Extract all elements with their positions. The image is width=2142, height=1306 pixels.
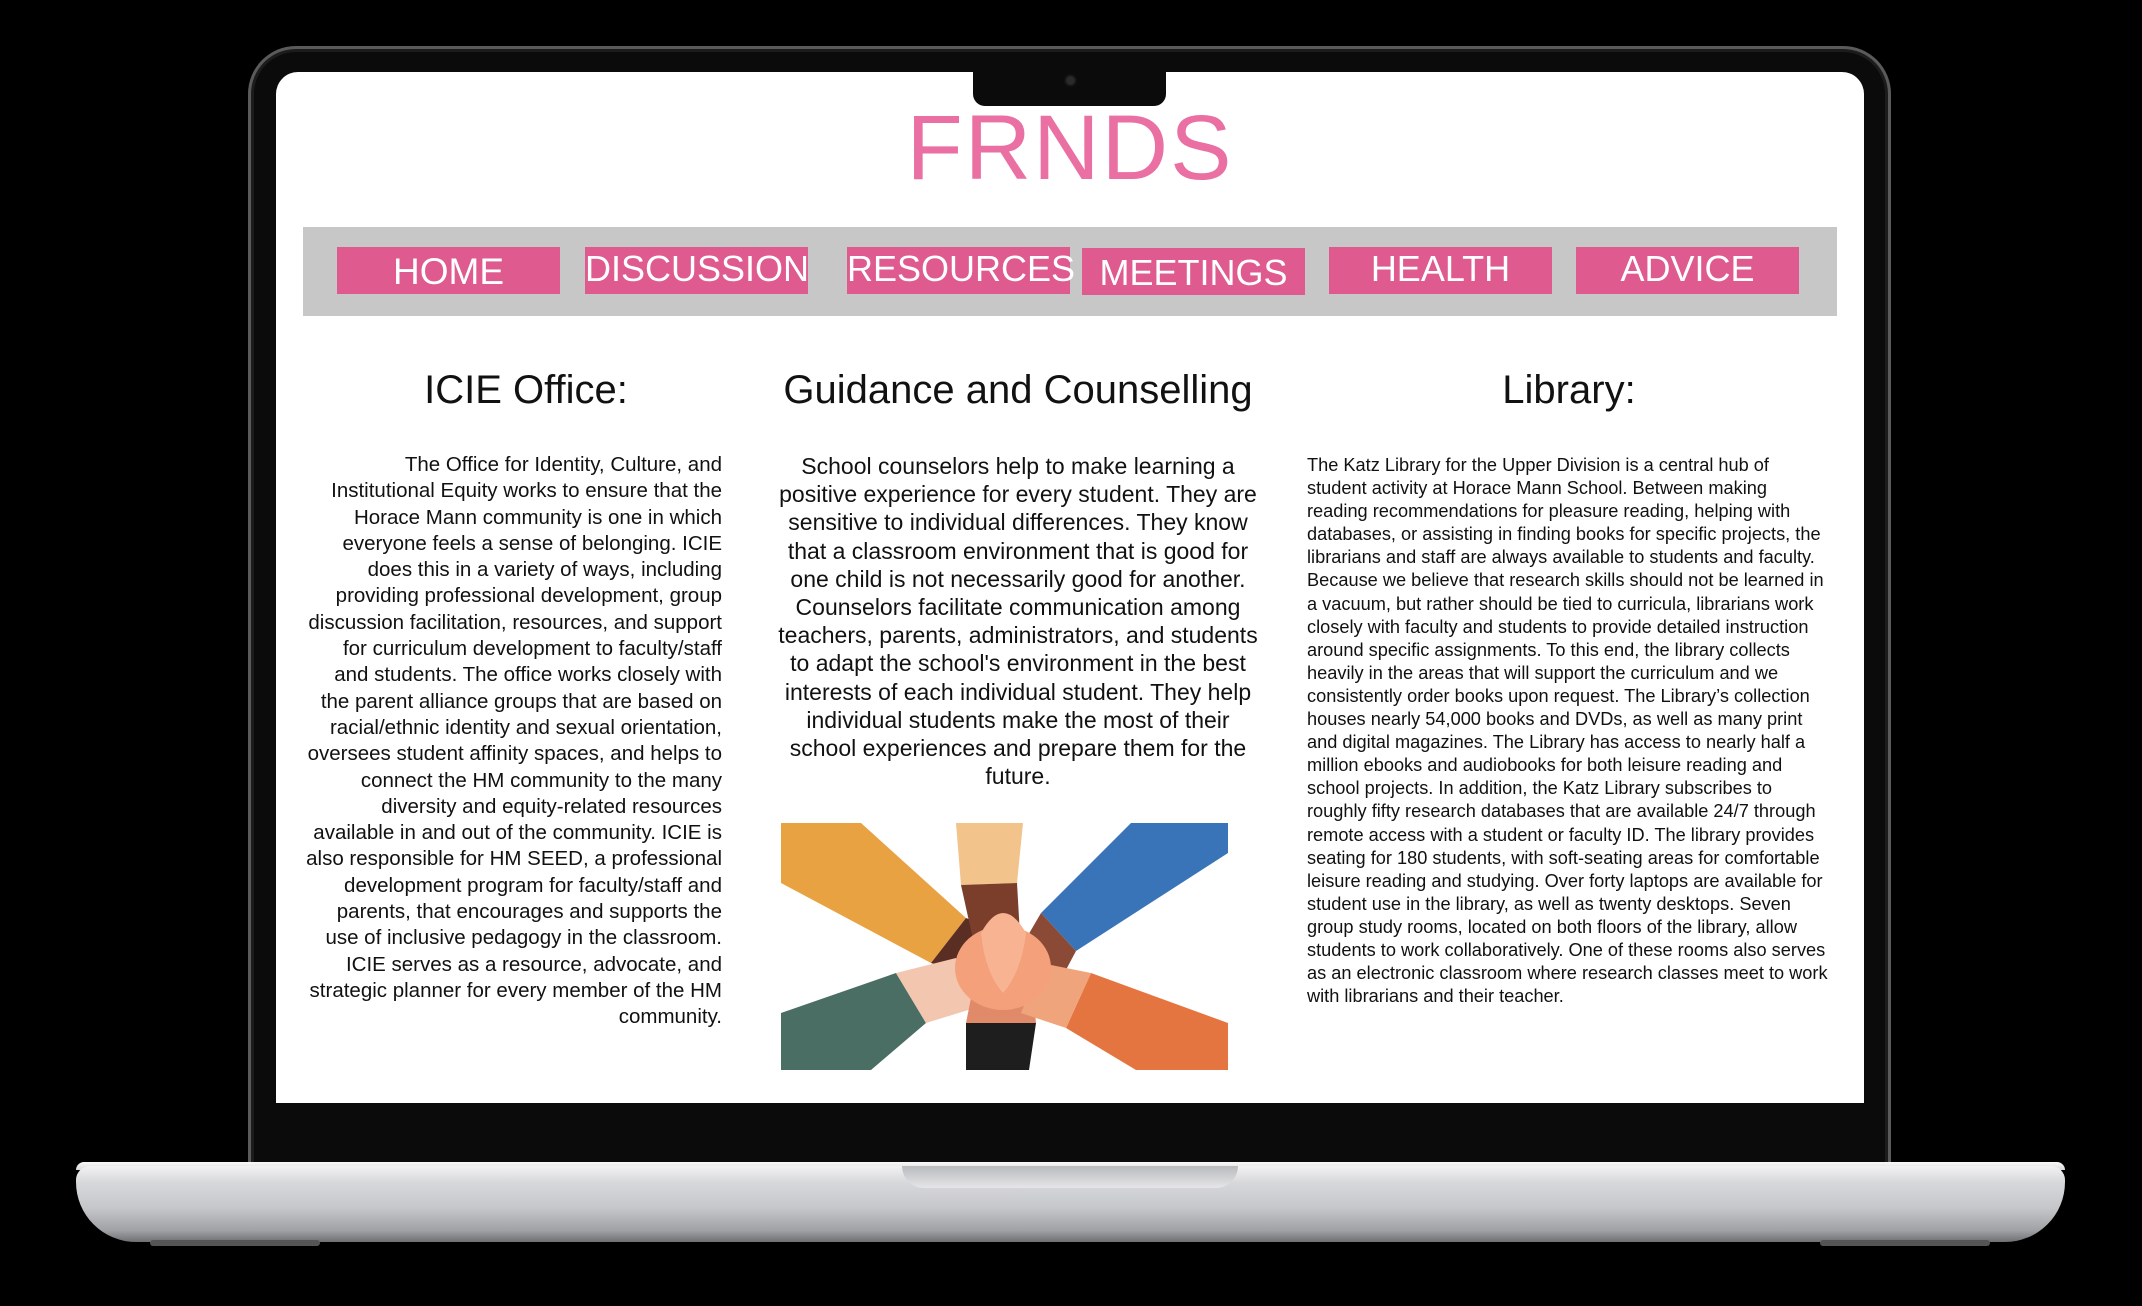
laptop-thumb-cutout: [902, 1166, 1238, 1188]
nav-resources-label: RESOURCES: [847, 248, 1076, 289]
arm-green-sleeve: [781, 973, 926, 1070]
nav-meetings-button[interactable]: MEETINGS: [1082, 248, 1305, 295]
laptop-foot-right: [1820, 1240, 1990, 1246]
nav-advice-label: ADVICE: [1620, 248, 1755, 289]
nav-discussion-button[interactable]: DISCUSSION: [585, 247, 810, 294]
stacked-hands-icon: [781, 823, 1228, 1070]
guidance-description: School counselors help to make learning …: [778, 453, 1258, 790]
nav-resources-button[interactable]: RESOURCES: [847, 247, 1076, 294]
arm-coral-sleeve: [1066, 973, 1228, 1070]
arm-black-sleeve: [966, 1023, 1036, 1070]
camera-icon: [1066, 76, 1075, 85]
laptop-foot-left: [150, 1240, 320, 1246]
arm-orange-sleeve: [781, 823, 966, 963]
site-logo-title: FRNDS: [906, 97, 1234, 199]
nav-advice-button[interactable]: ADVICE: [1576, 247, 1799, 294]
arm-tan-sleeve: [956, 823, 1023, 885]
nav-meetings-label: MEETINGS: [1099, 252, 1288, 293]
library-description: The Katz Library for the Upper Division …: [1307, 455, 1828, 1007]
main-nav-bar: HOME DISCUSSION RESOURCES MEETINGS HEALT…: [303, 227, 1837, 316]
nav-discussion-label: DISCUSSION: [585, 248, 810, 289]
guidance-title: Guidance and Counselling: [783, 368, 1253, 412]
icie-description: The Office for Identity, Culture, and In…: [306, 453, 722, 1029]
nav-health-label: HEALTH: [1370, 248, 1511, 289]
laptop-screen: FRNDS HOME DISCUSSION RESOURCES MEETINGS…: [276, 72, 1864, 1103]
nav-health-button[interactable]: HEALTH: [1329, 247, 1552, 294]
nav-home-label: HOME: [393, 251, 504, 292]
nav-home-button[interactable]: HOME: [337, 247, 560, 294]
icie-title: ICIE Office:: [424, 368, 628, 412]
library-title: Library:: [1502, 368, 1636, 412]
arm-blue-sleeve: [1041, 823, 1228, 951]
